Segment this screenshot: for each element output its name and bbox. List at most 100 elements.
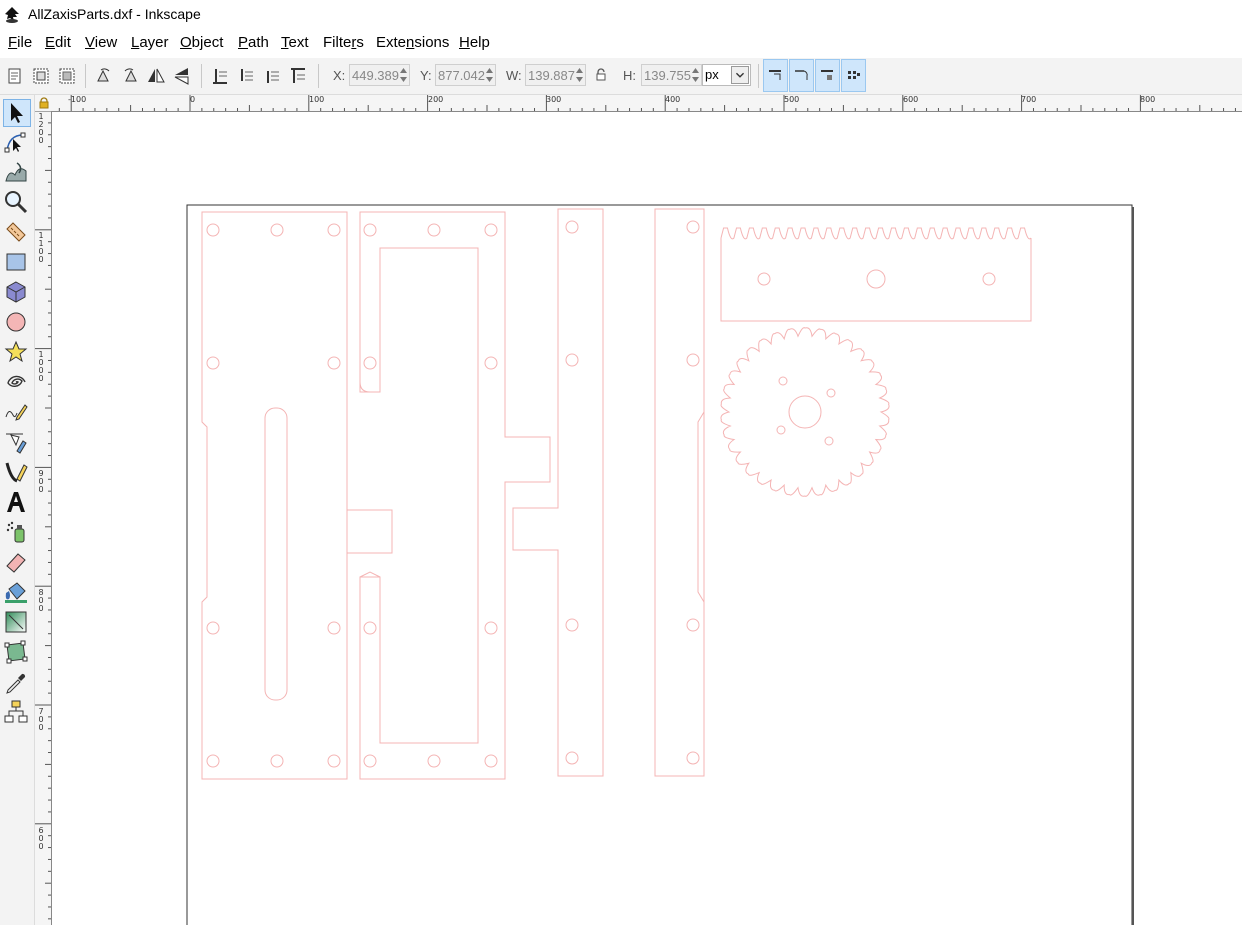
canvas-drawing xyxy=(186,204,1134,925)
x-input[interactable] xyxy=(350,65,400,85)
y-field[interactable] xyxy=(435,64,496,86)
gradient-tool[interactable] xyxy=(3,609,31,637)
text-tool-icon xyxy=(7,492,25,512)
ellipse-tool[interactable] xyxy=(3,309,31,337)
menu-path[interactable]: Path xyxy=(238,34,269,51)
deselect-icon[interactable] xyxy=(57,66,77,86)
w-input[interactable] xyxy=(526,65,576,85)
scale-stroke-icon xyxy=(769,70,781,80)
rotate-cw-icon[interactable] xyxy=(120,66,140,86)
lower-icon[interactable] xyxy=(236,66,256,86)
star-tool[interactable] xyxy=(3,339,31,367)
pen-tool[interactable] xyxy=(3,429,31,457)
tweak-tool-icon xyxy=(5,162,27,182)
flip-horizontal-icon[interactable] xyxy=(146,66,166,86)
pencil-tool[interactable] xyxy=(3,399,31,427)
menu-layer[interactable]: Layer xyxy=(131,34,169,51)
h-spin-arrows-icon[interactable] xyxy=(690,65,701,85)
connector-tool-icon xyxy=(4,700,28,723)
menu-help[interactable]: Help xyxy=(459,34,490,51)
ruler-label: -100 xyxy=(68,95,87,104)
chevron-down-icon[interactable] xyxy=(731,66,749,84)
select-all-layers-icon[interactable] xyxy=(31,66,51,86)
box-3d-tool[interactable] xyxy=(3,279,31,307)
ruler-label: 200 xyxy=(428,95,444,104)
lower-to-bottom-icon[interactable] xyxy=(210,66,230,86)
window-title: AllZaxisParts.dxf - Inkscape xyxy=(28,6,201,22)
horizontal-ruler[interactable]: -100 0 100 200 300 400 500 600 700 800 xyxy=(52,95,1242,112)
rotate-ccw-icon[interactable] xyxy=(94,66,114,86)
ruler-label: 900 xyxy=(38,469,44,494)
toolbox xyxy=(0,95,35,925)
raise-icon[interactable] xyxy=(262,66,282,86)
drawing-canvas[interactable] xyxy=(52,112,1242,925)
ruler-label: 700 xyxy=(1021,95,1037,104)
pen-tool-icon xyxy=(6,433,27,454)
h-input[interactable] xyxy=(642,65,692,85)
ruler-label: 100 xyxy=(309,95,325,104)
dropper-tool[interactable] xyxy=(3,669,31,697)
y-spin-arrows-icon[interactable] xyxy=(484,65,495,85)
toolbar-separator xyxy=(758,64,759,88)
ruler-label: 300 xyxy=(546,95,562,104)
paint-bucket-tool[interactable] xyxy=(3,579,31,607)
tool-controls-bar: X: Y: W: H: px xyxy=(0,58,1242,95)
flip-vertical-icon[interactable] xyxy=(172,66,192,86)
y-input[interactable] xyxy=(436,65,486,85)
w-label: W: xyxy=(506,68,522,83)
ruler-corner[interactable] xyxy=(35,95,52,111)
ruler-label: 400 xyxy=(665,95,681,104)
inkscape-icon xyxy=(5,7,19,23)
star-tool-icon xyxy=(4,340,28,363)
eraser-tool[interactable] xyxy=(3,549,31,577)
title-bar: AllZaxisParts.dxf - Inkscape xyxy=(0,0,1242,30)
mesh-tool[interactable] xyxy=(3,639,31,667)
move-patterns-button[interactable] xyxy=(841,59,866,92)
move-gradients-button[interactable] xyxy=(815,59,840,92)
select-all-icon[interactable] xyxy=(5,66,25,86)
unit-select[interactable]: px xyxy=(702,64,751,86)
menu-edit[interactable]: Edit xyxy=(45,34,71,51)
scale-corners-button[interactable] xyxy=(789,59,814,92)
page-border xyxy=(186,204,1133,925)
text-tool[interactable] xyxy=(3,489,31,517)
menu-text[interactable]: Text xyxy=(281,34,309,51)
zoom-tool-icon xyxy=(5,191,28,214)
ruler-label: 0 xyxy=(190,95,196,104)
lock-icon[interactable] xyxy=(595,68,607,82)
w-field[interactable] xyxy=(525,64,586,86)
node-tool[interactable] xyxy=(3,129,31,157)
toolbar-separator xyxy=(318,64,319,88)
scale-stroke-button[interactable] xyxy=(763,59,788,92)
dropper-tool-icon xyxy=(6,673,26,694)
menu-object[interactable]: Object xyxy=(180,34,223,51)
node-tool-icon xyxy=(4,132,26,153)
selector-tool[interactable] xyxy=(3,99,31,127)
menu-extensions[interactable]: Extensions xyxy=(376,34,449,51)
x-field[interactable] xyxy=(349,64,410,86)
gradient-tool-icon xyxy=(5,611,27,633)
calligraphy-tool-icon xyxy=(5,462,28,483)
menu-file[interactable]: File xyxy=(8,34,32,51)
scale-corners-icon xyxy=(795,70,808,80)
spiral-tool-icon xyxy=(7,375,26,387)
rectangle-tool[interactable] xyxy=(3,249,31,277)
measure-tool[interactable] xyxy=(3,219,31,247)
eraser-tool-icon xyxy=(6,553,26,573)
vertical-ruler[interactable]: 1200 1100 1000 900 800 700 600 xyxy=(35,111,52,925)
zoom-tool[interactable] xyxy=(3,189,31,217)
measure-tool-icon xyxy=(6,222,26,242)
spiral-tool[interactable] xyxy=(3,369,31,397)
spray-tool[interactable] xyxy=(3,519,31,547)
x-spin-arrows-icon[interactable] xyxy=(398,65,409,85)
rectangle-tool-icon xyxy=(6,253,26,271)
calligraphy-tool[interactable] xyxy=(3,459,31,487)
menu-view[interactable]: View xyxy=(85,34,117,51)
menu-filters[interactable]: Filters xyxy=(323,34,364,51)
h-field[interactable] xyxy=(641,64,702,86)
w-spin-arrows-icon[interactable] xyxy=(574,65,585,85)
connector-tool[interactable] xyxy=(3,699,31,727)
tweak-tool[interactable] xyxy=(3,159,31,187)
raise-to-top-icon[interactable] xyxy=(288,66,308,86)
ellipse-tool-icon xyxy=(6,312,26,332)
